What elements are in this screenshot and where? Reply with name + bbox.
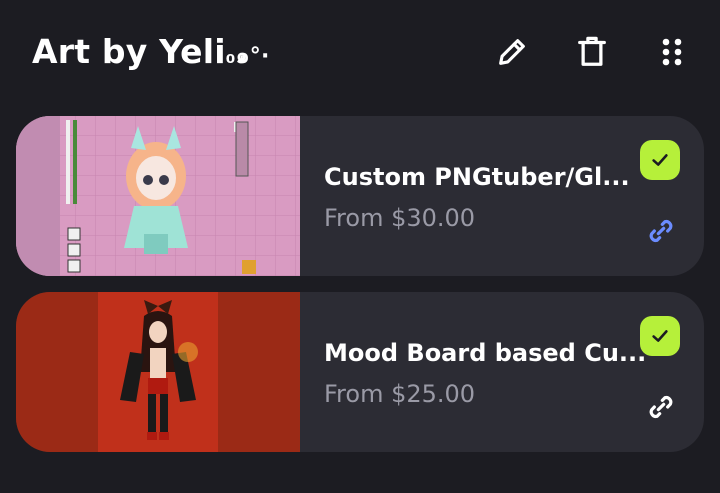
edit-button[interactable] — [490, 30, 534, 74]
product-card[interactable]: Mood Board based Cu... From $25.00 — [16, 292, 704, 452]
product-title: Mood Board based Cu... — [324, 339, 647, 367]
edit-icon — [499, 39, 525, 65]
product-thumbnail — [16, 292, 300, 452]
page-title-decoration: ₀๑°· — [225, 44, 270, 69]
product-title: Custom PNGtuber/Gl... — [324, 163, 630, 191]
link-icon — [649, 395, 673, 419]
page-title-text: Art by Yeli — [32, 32, 226, 71]
product-price: From $25.00 — [324, 380, 476, 408]
link-icon — [649, 219, 673, 243]
page-header: Art by Yeli₀๑°· — [0, 0, 720, 104]
trash-icon — [578, 36, 606, 66]
checkmark-icon — [652, 330, 668, 342]
more-options-button[interactable] — [650, 30, 694, 74]
page-title: Art by Yeli₀๑°· — [32, 32, 270, 73]
published-checkbox[interactable] — [640, 140, 680, 180]
copy-link-button[interactable] — [642, 212, 680, 250]
product-thumbnail — [16, 116, 300, 276]
published-checkbox[interactable] — [640, 316, 680, 356]
product-card[interactable]: Custom PNGtuber/Gl... From $30.00 — [16, 116, 704, 276]
more-grid-icon — [662, 38, 682, 66]
copy-link-button[interactable] — [642, 388, 680, 426]
checkmark-icon — [652, 154, 668, 166]
product-price: From $30.00 — [324, 204, 476, 232]
delete-button[interactable] — [570, 30, 614, 74]
